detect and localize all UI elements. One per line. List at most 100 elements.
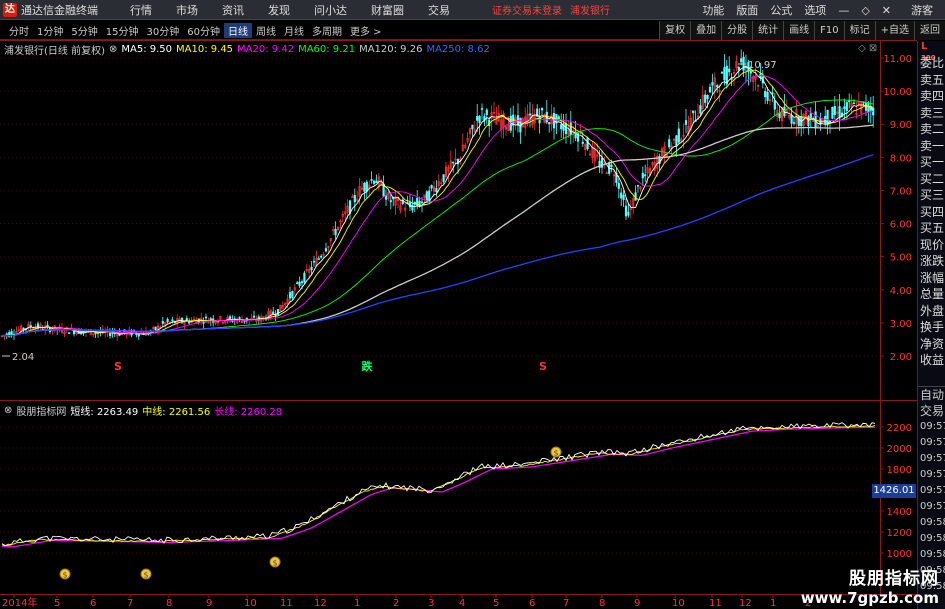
- date-tick-label: 8: [599, 598, 605, 609]
- side-label: 外盘: [920, 303, 945, 318]
- tick-time: 09:57: [920, 469, 945, 480]
- kline-chart[interactable]: 11.00 10.00 9.00 8.00 7.00 6.00 5.00 4.00 3.00 2.…: [0, 0, 945, 609]
- date-tick-label: 6: [90, 598, 96, 609]
- candle-body: [675, 135, 678, 147]
- time-axis: 2014年 5 6 7 8 9 10 11 12 1 2 3 4 5 6 7 8 9 10 11 12 1 2: [2, 594, 811, 609]
- candle-body: [831, 106, 834, 119]
- date-tick-label: 12: [739, 598, 752, 609]
- candle-body: [636, 184, 640, 187]
- candle-body: [641, 172, 644, 179]
- candle-body: [627, 211, 630, 216]
- side-label: 卖五: [920, 72, 945, 87]
- ma10-label: MA10: 9.45: [176, 43, 234, 55]
- chart-title[interactable]: 浦发银行(日线 前复权): [4, 42, 105, 57]
- candle-body: [548, 122, 551, 125]
- candle-body: [560, 124, 563, 130]
- indicator-tick-label: 2200: [887, 423, 912, 434]
- candle-body: [634, 192, 637, 201]
- date-tick-label: 11: [709, 598, 722, 609]
- date-tick-label: 7: [127, 598, 133, 609]
- candle-body: [471, 124, 474, 130]
- candle-body: [68, 332, 71, 334]
- candle-body: [737, 66, 740, 71]
- candle-body: [586, 137, 589, 150]
- watermark-title: 股朋指标网: [849, 569, 939, 589]
- side-label: 涨幅: [920, 270, 945, 285]
- candle-body: [375, 180, 378, 183]
- candle-body: [790, 115, 793, 124]
- ma20-label: MA20: 9.42: [237, 43, 295, 55]
- tick-time: 09:57: [920, 421, 945, 432]
- candle-body: [708, 86, 712, 93]
- side-label: 卖三: [920, 105, 945, 120]
- price-axis: 11.00 10.00 9.00 8.00 7.00 6.00 5.00 4.00 3.00 2.…: [880, 54, 912, 363]
- side-label: 换手: [920, 320, 945, 334]
- candle-body: [620, 192, 623, 199]
- candle-body: [238, 317, 241, 319]
- candle-body: [161, 320, 164, 324]
- date-tick-label: 9: [206, 598, 212, 609]
- candle-body: [10, 331, 13, 336]
- candle-body: [171, 319, 174, 322]
- main-chart-legend: 浦发银行(日线 前复权) ⊗ MA5: 9.50 MA10: 9.45 MA20…: [4, 42, 490, 57]
- settings-icon[interactable]: ⊗: [109, 44, 117, 55]
- candle-body: [363, 183, 366, 192]
- candle-body: [435, 188, 438, 192]
- tick-time: 09:57: [920, 453, 945, 464]
- indicator-tick-label: 1200: [887, 528, 912, 539]
- side-label: 净资: [920, 336, 945, 351]
- tick-time: 09:57: [920, 501, 945, 512]
- candle-body: [845, 102, 848, 111]
- watermark: 股朋指标网 www.7gpzb.com: [801, 564, 939, 607]
- candle-body: [480, 108, 484, 110]
- candle-body: [766, 91, 769, 101]
- settings-icon[interactable]: ⊗: [4, 405, 12, 416]
- tick-time: 交易: [920, 404, 945, 418]
- date-tick-label: 8: [166, 598, 172, 609]
- ma120-label: MA120: 9.26: [359, 43, 423, 55]
- date-tick-label: 2014年: [2, 596, 37, 609]
- candle-body: [389, 200, 392, 203]
- date-tick-label: 10: [672, 598, 685, 609]
- date-tick-label: 3: [428, 598, 434, 609]
- money-bag-glyph: $: [143, 571, 148, 580]
- side-label: 现价: [920, 237, 945, 252]
- candle-body: [809, 113, 812, 119]
- candle-body: [94, 332, 97, 335]
- candle-body: [610, 164, 613, 167]
- candle-body: [764, 91, 767, 98]
- candle-body: [684, 120, 688, 125]
- ma60-label: MA60: 9.21: [298, 43, 356, 55]
- tick-time: 自动: [920, 388, 945, 402]
- side-label: 买五: [920, 221, 945, 235]
- high-price-label: 10.97: [748, 60, 777, 71]
- candle-body: [166, 318, 169, 323]
- tick-time: 09:57: [920, 437, 945, 448]
- candle-body: [692, 110, 695, 114]
- candle-body: [22, 327, 25, 330]
- side-label: 卖四: [920, 89, 945, 103]
- indicator-name[interactable]: 股朋指标网: [16, 403, 66, 418]
- candle-body: [677, 128, 680, 143]
- candle-body: [867, 102, 870, 113]
- candle-body: [778, 112, 781, 119]
- candle-body: [310, 266, 313, 271]
- candle-body: [452, 161, 455, 164]
- candle-body: [228, 316, 232, 319]
- candle-body: [725, 65, 728, 85]
- price-tick-label: 11.00: [883, 54, 912, 65]
- candle-body: [704, 94, 707, 103]
- chart-control-icons[interactable]: ◇ ⊠: [858, 43, 877, 54]
- candle-body: [833, 106, 836, 116]
- candle-body: [298, 281, 301, 286]
- side-label: 买一: [920, 155, 945, 169]
- candle-body: [528, 113, 532, 116]
- price-tick-label: 3.00: [890, 319, 912, 330]
- price-tick-label: 7.00: [890, 186, 912, 197]
- ma250-label: MA250: 8.62: [426, 43, 490, 55]
- candle-body: [334, 228, 337, 236]
- side-label: 卖二: [920, 122, 945, 136]
- candle-body: [274, 314, 277, 317]
- short-line-label: 短线: 2263.49: [70, 406, 139, 418]
- signal-marker: 跌: [362, 359, 374, 373]
